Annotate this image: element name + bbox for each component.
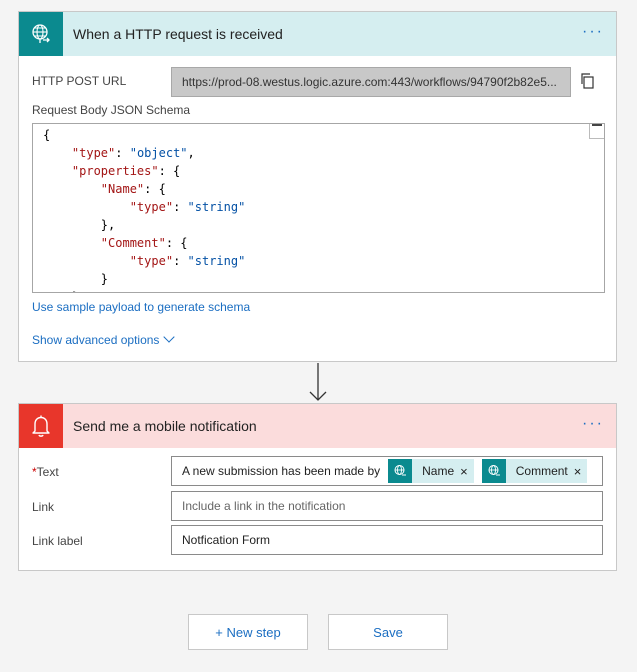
- http-trigger-title: When a HTTP request is received: [73, 26, 283, 42]
- down-arrow-icon: [309, 363, 327, 401]
- token-name-globe-icon: [388, 459, 413, 483]
- advanced-options-link[interactable]: Show advanced options: [32, 331, 176, 347]
- schema-label: Request Body JSON Schema: [32, 103, 191, 117]
- new-step-button[interactable]: + New step: [188, 614, 308, 650]
- notification-header[interactable]: Send me a mobile notification ···: [19, 404, 616, 448]
- text-field-label-text: Text: [36, 465, 59, 479]
- link-field-placeholder: Include a link in the notification: [182, 499, 346, 513]
- notification-title: Send me a mobile notification: [73, 418, 257, 434]
- http-post-url-field[interactable]: https://prod-08.westus.logic.azure.com:4…: [171, 67, 571, 97]
- notification-menu-button[interactable]: ···: [582, 416, 604, 432]
- notification-card: Send me a mobile notification ··· *Text …: [18, 403, 617, 571]
- http-trigger-menu-button[interactable]: ···: [582, 24, 604, 40]
- link-label-field[interactable]: Notfication Form: [171, 525, 603, 555]
- copy-icon[interactable]: [579, 72, 597, 90]
- link-label-field-value: Notfication Form: [182, 533, 271, 547]
- text-field[interactable]: A new submission has been made by Name ×…: [171, 456, 603, 486]
- token-comment-globe-icon: [481, 459, 506, 483]
- save-button[interactable]: Save: [328, 614, 448, 650]
- schema-editor[interactable]: { "type": "object", "properties": { "Nam…: [32, 123, 605, 293]
- token-name[interactable]: Name ×: [388, 459, 474, 483]
- schema-code-line: }: [100, 272, 109, 286]
- text-field-value: A new submission has been made by: [182, 464, 381, 478]
- http-trigger-card: When a HTTP request is received ··· HTTP…: [18, 11, 617, 362]
- token-name-remove-icon[interactable]: ×: [460, 464, 474, 479]
- schema-code-line: "type": "object",: [71, 146, 195, 160]
- sample-payload-link[interactable]: Use sample payload to generate schema: [32, 300, 250, 314]
- schema-code-line: "type": "string": [129, 200, 246, 214]
- schema-code-line: },: [100, 218, 116, 232]
- chevron-down-icon: [163, 331, 176, 343]
- link-field[interactable]: Include a link in the notification: [171, 491, 603, 521]
- http-globe-icon: [19, 12, 63, 56]
- schema-code-line: "Name": {: [100, 182, 166, 196]
- schema-code-line: "Comment": {: [100, 236, 188, 250]
- link-label-field-label: Link label: [32, 534, 83, 548]
- schema-code-line: {: [43, 128, 51, 142]
- text-field-label: *Text: [32, 465, 59, 479]
- bell-icon: [19, 404, 63, 448]
- advanced-options-label: Show advanced options: [32, 333, 160, 347]
- link-field-label: Link: [32, 500, 55, 514]
- http-post-url-label: HTTP POST URL: [32, 74, 127, 88]
- schema-code-line: },: [43, 288, 604, 292]
- token-comment[interactable]: Comment ×: [481, 459, 588, 483]
- schema-scrollbar[interactable]: [589, 124, 604, 139]
- schema-code-line: "properties": {: [71, 164, 181, 178]
- token-comment-remove-icon[interactable]: ×: [574, 464, 588, 479]
- schema-code-line: "type": "string": [129, 254, 246, 268]
- http-trigger-header[interactable]: When a HTTP request is received ···: [19, 12, 616, 56]
- token-comment-label: Comment: [515, 464, 568, 478]
- token-name-label: Name: [422, 464, 455, 478]
